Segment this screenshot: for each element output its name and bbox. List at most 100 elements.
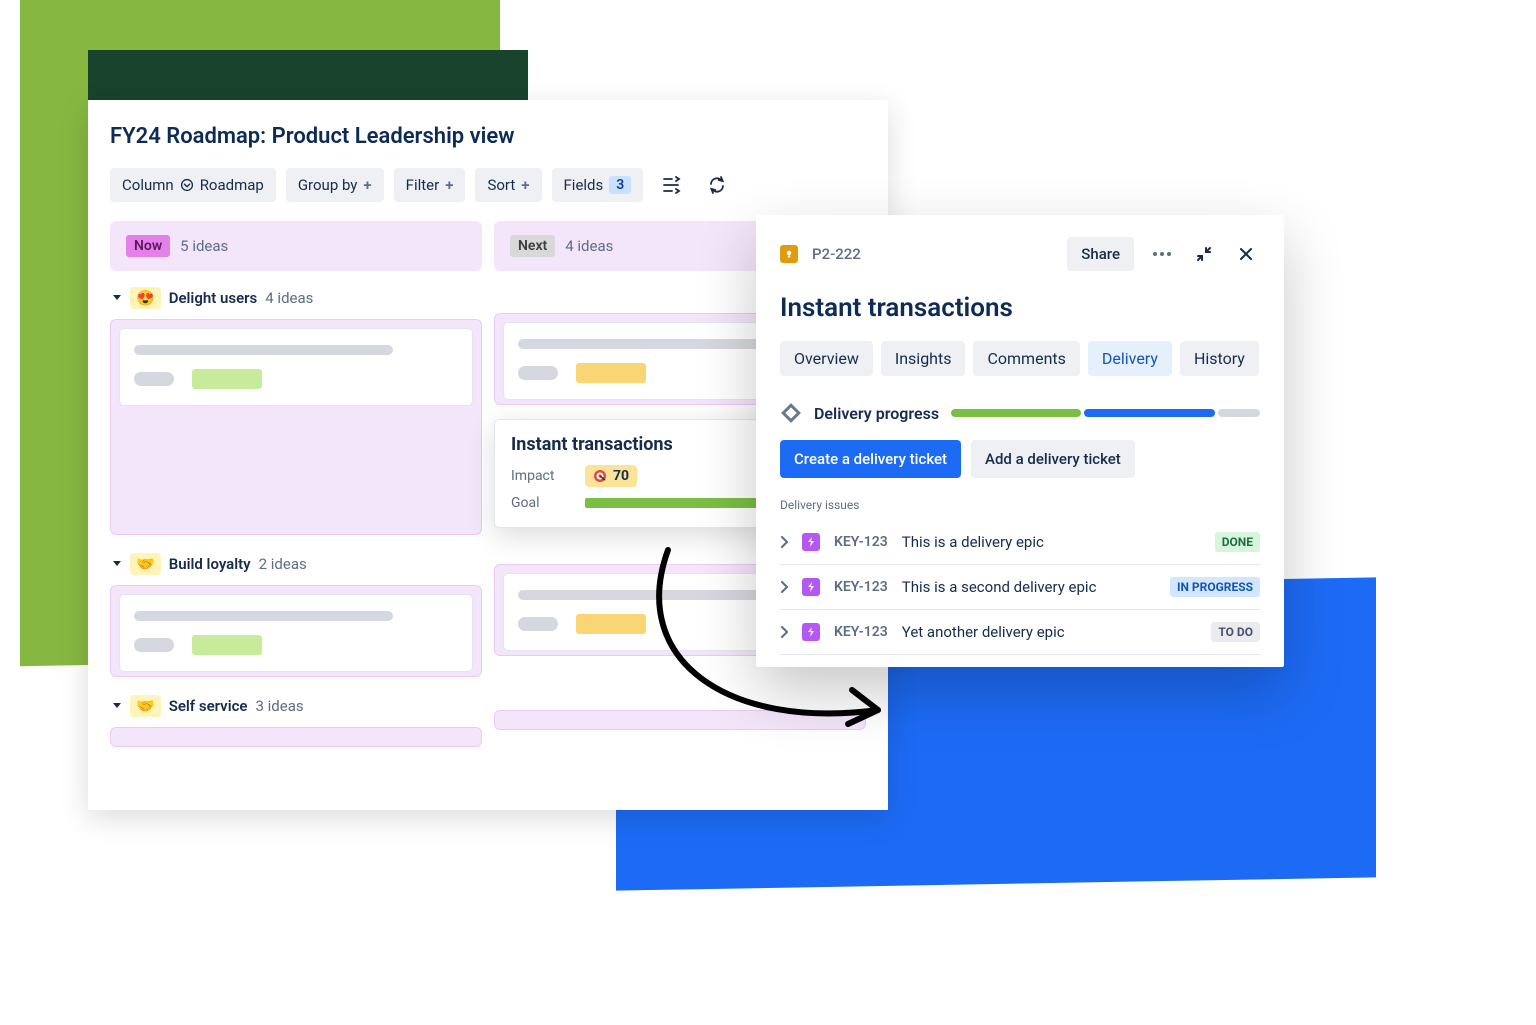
column-value: Roadmap: [200, 176, 264, 194]
fields-count-badge: 3: [609, 176, 631, 194]
issue-key: KEY-123: [834, 579, 888, 595]
target-icon: [593, 469, 607, 483]
delivery-issue-row[interactable]: KEY-123 This is a delivery epic DONE: [780, 520, 1260, 565]
epic-icon: [802, 578, 820, 596]
close-icon[interactable]: [1232, 240, 1260, 268]
delivery-progress-bar: [951, 409, 1260, 417]
column-tag: Now: [126, 235, 170, 257]
chevron-right-icon: [780, 536, 788, 548]
impact-badge: 70: [585, 465, 637, 487]
tab-insights[interactable]: Insights: [881, 341, 966, 376]
goal-label: Goal: [511, 495, 571, 511]
column-selector[interactable]: Column Roadmap: [110, 168, 276, 202]
issues-section-label: Delivery issues: [780, 498, 1260, 512]
group-emoji: 🤝: [130, 695, 161, 717]
skeleton-chip: [518, 617, 558, 631]
detail-panel: P2-222 Share Instant transactions Overvi…: [756, 215, 1284, 667]
add-delivery-ticket-button[interactable]: Add a delivery ticket: [971, 440, 1135, 478]
issue-key: KEY-123: [834, 534, 888, 550]
epic-icon: [802, 533, 820, 551]
panel-tabs: Overview Insights Comments Delivery Hist…: [780, 341, 1260, 376]
create-delivery-ticket-button[interactable]: Create a delivery ticket: [780, 440, 961, 478]
skeleton-line: [134, 611, 393, 621]
delivery-issue-row[interactable]: KEY-123 This is a second delivery epic IN …: [780, 565, 1260, 610]
skeleton-chip: [134, 372, 174, 386]
skeleton-badge: [192, 369, 262, 389]
tab-comments[interactable]: Comments: [973, 341, 1079, 376]
sort-label: Sort: [487, 176, 515, 194]
group-emoji: 🤝: [130, 553, 161, 575]
chevron-right-icon: [780, 581, 788, 593]
status-badge: DONE: [1215, 532, 1260, 552]
idea-card[interactable]: [119, 328, 473, 406]
status-badge: IN PROGRESS: [1170, 577, 1260, 597]
group-count: 2 ideas: [259, 555, 307, 573]
idea-card[interactable]: [119, 594, 473, 672]
triangle-down-icon: [112, 293, 122, 303]
issue-summary: This is a second delivery epic: [902, 578, 1156, 596]
group-title: Self service: [169, 697, 248, 715]
delivery-progress-label: Delivery progress: [814, 404, 939, 423]
panel-title: Instant transactions: [780, 293, 1260, 323]
group-by-label: Group by: [298, 176, 358, 194]
filter-button[interactable]: Filter+: [394, 168, 466, 202]
skeleton-badge: [576, 363, 646, 383]
plus-icon: +: [521, 176, 529, 194]
collapse-icon[interactable]: [1190, 240, 1218, 268]
column-count: 5 ideas: [180, 237, 228, 255]
skeleton-line: [518, 590, 777, 600]
column-count: 4 ideas: [565, 237, 613, 255]
skeleton-badge: [576, 614, 646, 634]
group-count: 4 ideas: [265, 289, 313, 307]
fields-button[interactable]: Fields 3: [552, 168, 644, 202]
group-area: [110, 727, 482, 747]
chevron-down-icon: [180, 178, 194, 192]
share-button[interactable]: Share: [1067, 237, 1134, 271]
group-title: Build loyalty: [169, 555, 251, 573]
group-count: 3 ideas: [256, 697, 304, 715]
group-area: [494, 710, 866, 730]
issue-summary: Yet another delivery epic: [902, 623, 1198, 641]
diamond-icon: [780, 402, 802, 424]
column-now: Now 5 ideas 😍 Delight users 4 ideas: [110, 221, 482, 765]
skeleton-line: [518, 339, 777, 349]
idea-type-icon: [780, 245, 798, 263]
group-title: Delight users: [169, 289, 258, 307]
filter-label: Filter: [406, 176, 440, 194]
issue-key: KEY-123: [834, 624, 888, 640]
column-tag: Next: [510, 235, 555, 257]
status-badge: TO DO: [1211, 622, 1260, 642]
issue-key[interactable]: P2-222: [812, 245, 861, 263]
column-label: Column: [122, 176, 174, 194]
sort-button[interactable]: Sort +: [475, 168, 541, 202]
skeleton-line: [134, 345, 393, 355]
delivery-issue-row[interactable]: KEY-123 Yet another delivery epic TO DO: [780, 610, 1260, 655]
group-area: [110, 585, 482, 677]
impact-value: 70: [613, 468, 629, 484]
group-header-selfservice[interactable]: 🤝 Self service 3 ideas: [112, 695, 482, 717]
skeleton-badge: [192, 635, 262, 655]
group-area: [110, 319, 482, 535]
column-header-now[interactable]: Now 5 ideas: [110, 221, 482, 271]
more-icon[interactable]: [1148, 240, 1176, 268]
tab-history[interactable]: History: [1180, 341, 1259, 376]
issue-summary: This is a delivery epic: [902, 533, 1201, 551]
plus-icon: +: [363, 176, 371, 194]
group-by-button[interactable]: Group by +: [286, 168, 384, 202]
epic-icon: [802, 623, 820, 641]
triangle-down-icon: [112, 701, 122, 711]
page-title: FY24 Roadmap: Product Leadership view: [110, 124, 866, 149]
group-header-loyalty[interactable]: 🤝 Build loyalty 2 ideas: [112, 553, 482, 575]
group-header-delight[interactable]: 😍 Delight users 4 ideas: [112, 287, 482, 309]
skeleton-chip: [518, 366, 558, 380]
tab-overview[interactable]: Overview: [780, 341, 873, 376]
refresh-icon-button[interactable]: [699, 167, 735, 203]
toolbar: Column Roadmap Group by + Filter+ Sort + F…: [110, 167, 866, 203]
group-emoji: 😍: [130, 287, 161, 309]
fields-label: Fields: [564, 176, 604, 194]
layout-icon-button[interactable]: [653, 167, 689, 203]
tab-delivery[interactable]: Delivery: [1088, 341, 1172, 376]
skeleton-chip: [134, 638, 174, 652]
chevron-right-icon: [780, 626, 788, 638]
triangle-down-icon: [112, 559, 122, 569]
